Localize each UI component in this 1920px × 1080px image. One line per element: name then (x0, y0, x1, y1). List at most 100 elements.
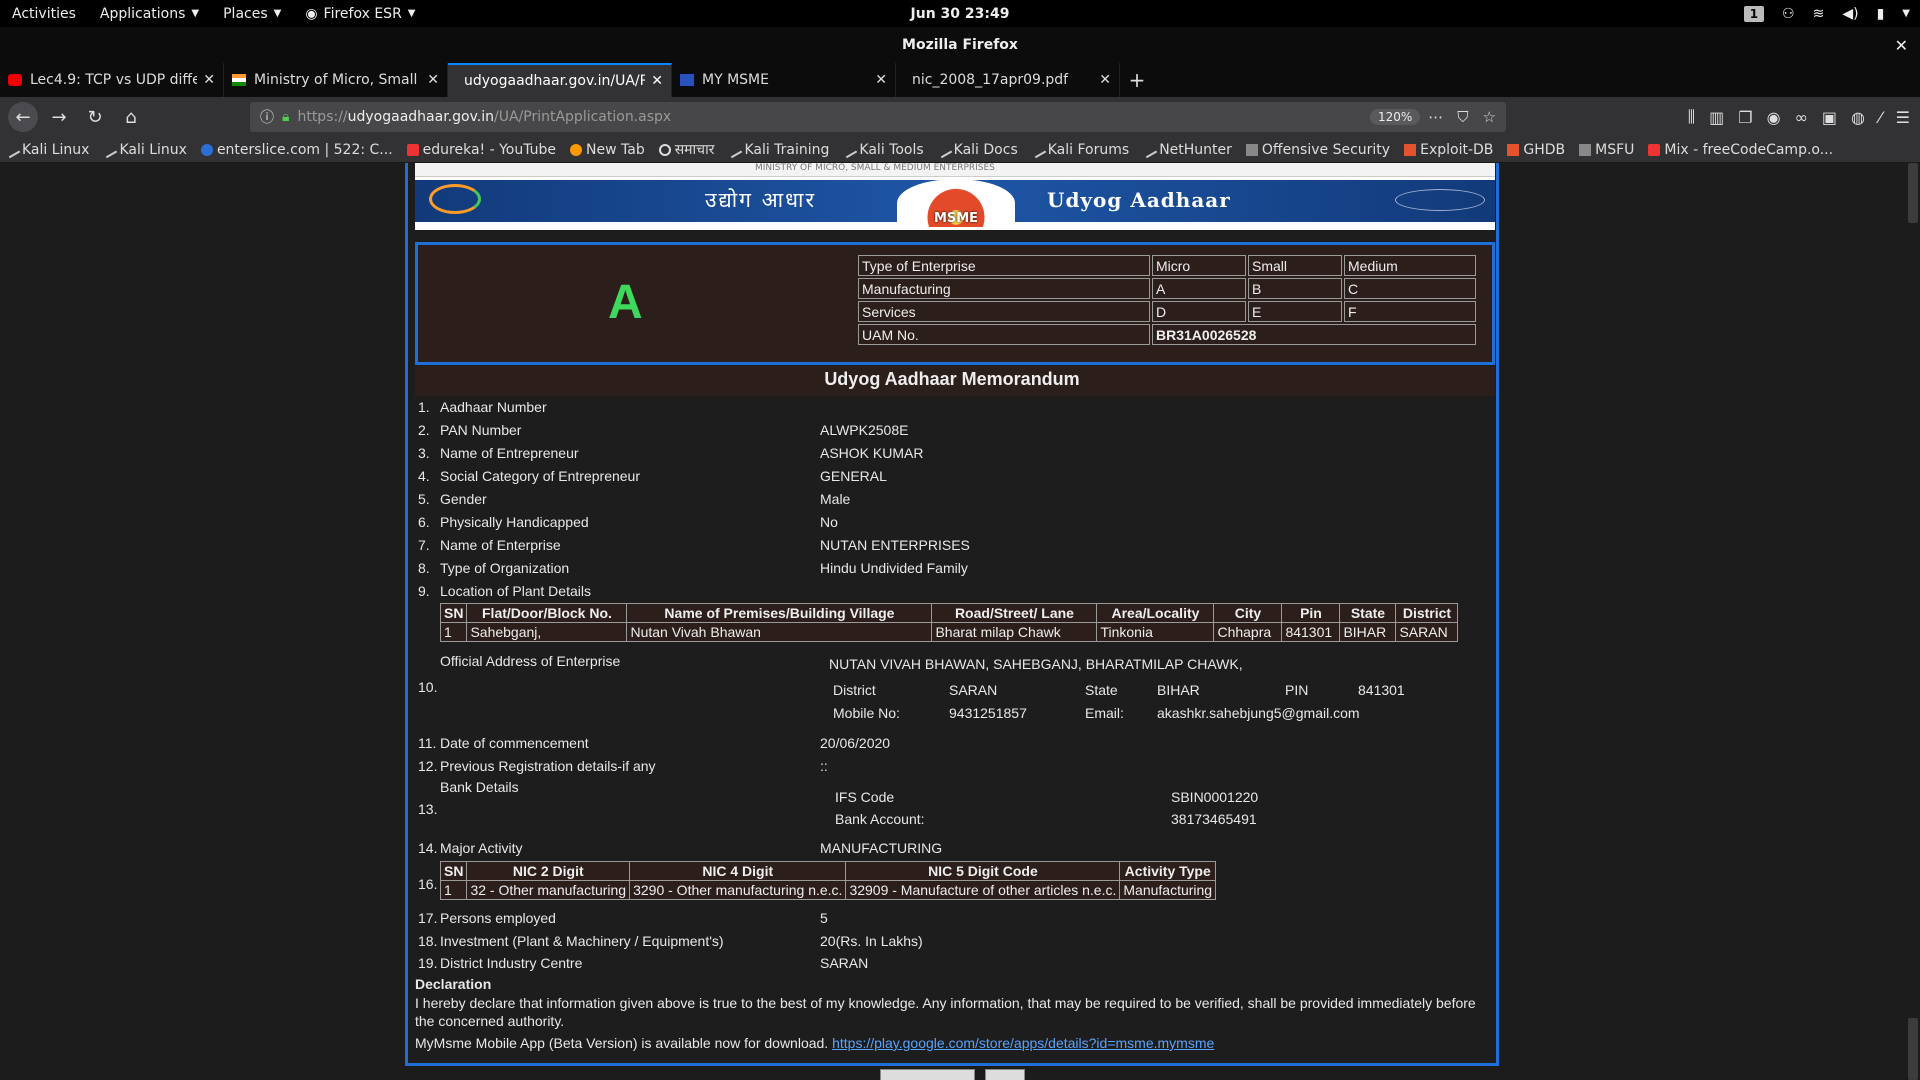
bookmark-item[interactable]: Exploit-DB (1404, 142, 1493, 158)
bookmark-star-icon[interactable]: ☆ (1483, 108, 1496, 126)
msme-seal: MSME (897, 179, 1015, 227)
tab-close-icon[interactable]: ✕ (427, 72, 439, 88)
print-button[interactable] (880, 1069, 975, 1080)
email-value: akashkr.sahebjung5@gmail.com (1157, 705, 1360, 721)
back-button[interactable]: ← (8, 102, 38, 132)
bookmark-item[interactable]: Mix - freeCodeCamp.o... (1648, 142, 1833, 158)
tab-udyogaadhaar[interactable]: udyogaadhaar.gov.in/UA/Pr ✕ (448, 63, 672, 97)
tab-close-icon[interactable]: ✕ (651, 73, 663, 89)
extension-color-icon[interactable]: ◍ (1851, 108, 1865, 127)
uam-label: UAM No. (858, 324, 1150, 345)
url-prefix: https:// (297, 109, 348, 125)
tab-title: MY MSME (702, 72, 769, 88)
account-icon[interactable]: ◉ (1767, 108, 1781, 127)
bookmark-label: edureka! - YouTube (422, 141, 557, 158)
field-value: SARAN (820, 955, 869, 971)
table-cell: Small (1248, 255, 1342, 276)
pin-label: PIN (1285, 682, 1309, 698)
table-cell: Bharat milap Chawk (931, 622, 1098, 642)
library-icon[interactable]: ⫼ (1688, 107, 1695, 127)
pin-value: 841301 (1358, 682, 1405, 698)
table-cell: F (1344, 301, 1476, 322)
scrollbar-track-segment[interactable] (1908, 1018, 1918, 1080)
field-label: Social Category of Entrepreneur (440, 468, 640, 484)
bookmark-item[interactable]: समाचार (658, 140, 714, 159)
column-header: Area/Locality (1096, 603, 1215, 623)
tab-close-icon[interactable]: ✕ (203, 72, 215, 88)
bookmark-item[interactable]: enterslice.com | 522: C... (200, 142, 393, 158)
sidebar-icon[interactable]: ▥ (1709, 108, 1724, 127)
reload-button[interactable]: ↻ (80, 102, 110, 132)
hamburger-menu-icon[interactable]: ☰ (1896, 108, 1910, 127)
field-value: GENERAL (820, 468, 887, 484)
places-menu[interactable]: Places ▼ (211, 6, 293, 22)
save-button[interactable] (985, 1069, 1025, 1080)
bookmark-item[interactable]: MSFU (1579, 142, 1634, 158)
column-header: Activity Type (1119, 861, 1217, 881)
bookmark-item[interactable]: Kali Linux (101, 141, 187, 158)
activities-button[interactable]: Activities (0, 6, 88, 22)
clock[interactable]: Jun 30 23:49 (911, 6, 1010, 22)
volume-icon[interactable]: ◀) (1842, 6, 1858, 22)
tab-my-msme[interactable]: MY MSME ✕ (672, 63, 896, 97)
field-row: 1. Aadhaar Number (415, 396, 1495, 418)
tab-close-icon[interactable]: ✕ (875, 72, 887, 88)
applications-menu[interactable]: Applications ▼ (88, 6, 211, 22)
page-actions-icon[interactable]: ⋯ (1428, 108, 1443, 126)
lock-icon[interactable]: 🔒︎ (282, 109, 289, 125)
account-value: 38173465491 (1171, 811, 1257, 827)
bookmark-item[interactable]: GHDB (1507, 142, 1565, 158)
tab-lec[interactable]: Lec4.9: TCP vs UDP diffe ✕ (0, 63, 224, 97)
bookmark-item[interactable]: Offensive Security (1245, 142, 1390, 158)
tab-title: nic_2008_17apr09.pdf (912, 72, 1069, 88)
banner-english-title: Udyog Aadhaar (1047, 188, 1231, 212)
bookmark-item[interactable]: Kali Docs (935, 141, 1018, 158)
scrollbar-thumb[interactable] (1908, 163, 1918, 223)
info-icon[interactable]: ⓘ (260, 107, 274, 127)
zoom-indicator[interactable]: 120% (1369, 109, 1421, 125)
people-icon[interactable]: ⚇ (1782, 6, 1795, 22)
firefox-app-menu[interactable]: ◉ Firefox ESR ▼ (293, 6, 427, 22)
window-close-icon[interactable]: ✕ (1895, 36, 1908, 55)
field-value: 5 (820, 910, 828, 926)
field-number: 1. (418, 399, 430, 415)
url-bar[interactable]: ⓘ 🔒︎ https://udyogaadhaar.gov.in/UA/Prin… (250, 102, 1506, 132)
forward-button[interactable]: → (44, 102, 74, 132)
extension-mask-icon[interactable]: ∞ (1795, 108, 1808, 127)
new-tab-button[interactable]: + (1120, 63, 1154, 97)
bookmark-item[interactable]: Kali Tools (841, 141, 924, 158)
table-cell: 3290 - Other manufacturing n.e.c. (629, 880, 847, 900)
workspace-indicator[interactable]: 1 (1743, 5, 1765, 22)
synced-tabs-icon[interactable]: ❐ (1738, 108, 1752, 127)
app-download-line: MyMsme Mobile App (Beta Version) is avai… (415, 1035, 1214, 1051)
bookmark-item[interactable]: Kali Forums (1029, 141, 1129, 158)
bookmark-item[interactable]: Kali Linux (3, 141, 89, 158)
battery-icon[interactable]: ▮ (1877, 6, 1885, 22)
extension-pen-icon[interactable]: ⁄ (1879, 108, 1882, 127)
column-header: Road/Street/ Lane (931, 603, 1098, 623)
bookmark-item[interactable]: New Tab (570, 142, 645, 158)
column-header: NIC 4 Digit (629, 861, 847, 881)
table-cell: Manufacturing (858, 278, 1150, 299)
pocket-icon[interactable]: ⛉ (1457, 108, 1468, 126)
tab-close-icon[interactable]: ✕ (1099, 72, 1111, 88)
arrow-right-icon: → (51, 106, 67, 128)
home-button[interactable]: ⌂ (116, 102, 146, 132)
tab-ministry[interactable]: Ministry of Micro, Small & ✕ (224, 63, 448, 97)
extension-terminal-icon[interactable]: ▣ (1822, 108, 1837, 127)
system-menu-caret-icon[interactable]: ▼ (1902, 8, 1910, 19)
bookmark-item[interactable]: edureka! - YouTube (406, 141, 557, 158)
tab-nic-pdf[interactable]: nic_2008_17apr09.pdf ✕ (896, 63, 1120, 97)
table-row: 1 32 - Other manufacturing 3290 - Other … (439, 880, 1217, 900)
bookmark-item[interactable]: Kali Training (726, 141, 829, 158)
page-viewport[interactable]: MINISTRY OF MICRO, SMALL & MEDIUM ENTERP… (0, 163, 1920, 1080)
table-cell: Micro (1152, 255, 1246, 276)
page-scrollbar[interactable] (1906, 163, 1920, 1080)
state-value: BIHAR (1157, 682, 1200, 698)
wifi-icon[interactable]: ≋ (1813, 6, 1825, 22)
play-store-link[interactable]: https://play.google.com/store/apps/detai… (832, 1035, 1214, 1051)
url-text[interactable]: https://udyogaadhaar.gov.in/UA/PrintAppl… (297, 109, 1362, 125)
bookmark-item[interactable]: NetHunter (1140, 141, 1232, 158)
field-number: 5. (418, 491, 430, 507)
arrow-left-icon: ← (15, 106, 31, 128)
